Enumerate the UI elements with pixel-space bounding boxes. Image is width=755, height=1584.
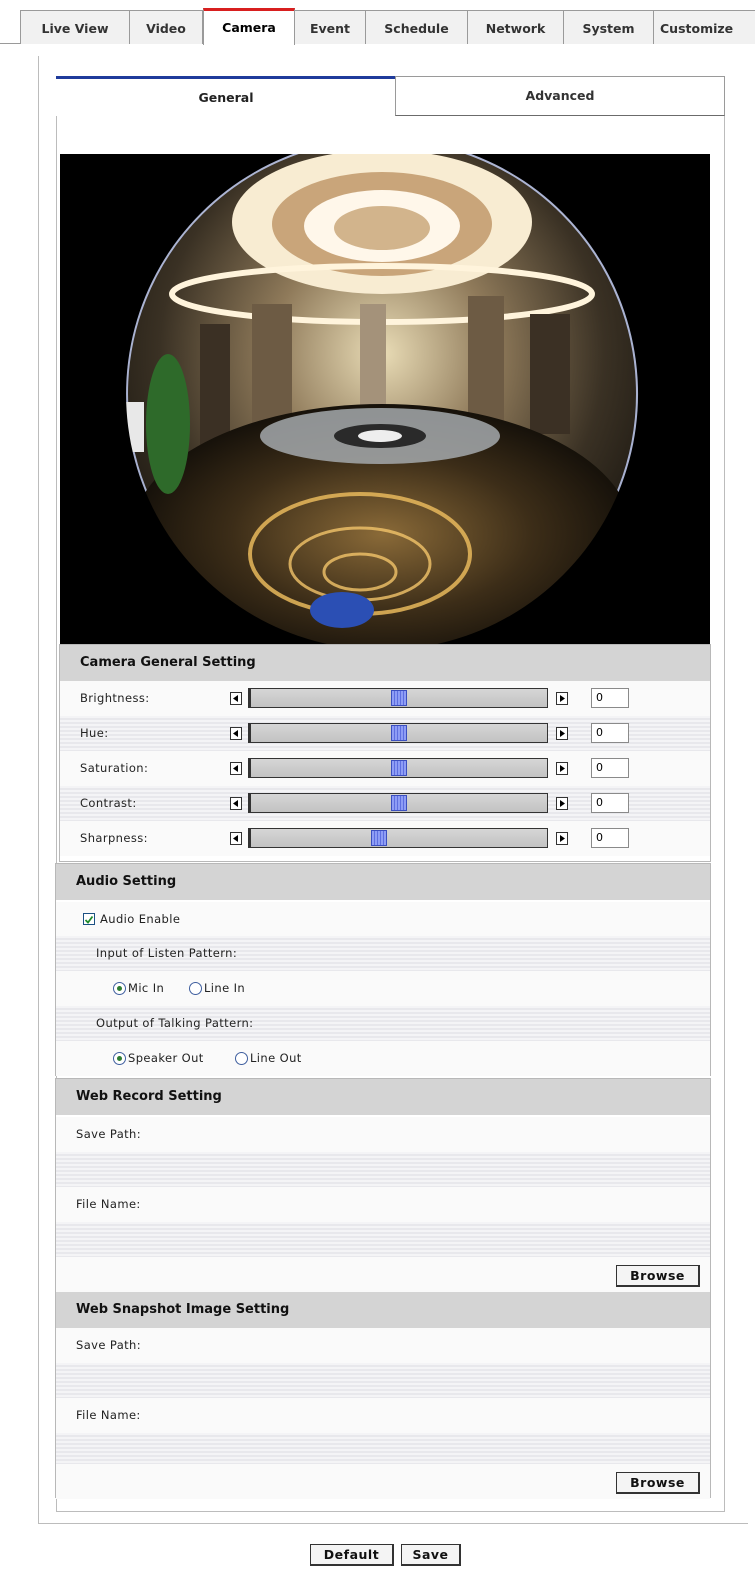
slider-track[interactable]: [248, 793, 548, 813]
slider-row: Hue: 0: [60, 716, 710, 751]
tab-customize[interactable]: Customize: [653, 10, 755, 44]
tab-network[interactable]: Network: [467, 10, 564, 44]
slider-row: Contrast: 0: [60, 786, 710, 821]
slider-row: Saturation: 0: [60, 751, 710, 786]
slider-value-input[interactable]: 0: [591, 793, 629, 813]
speaker-out-label: Speaker Out: [128, 1051, 204, 1065]
output-pattern-row: Output of Talking Pattern:: [56, 1006, 710, 1041]
slider-value-input[interactable]: 0: [591, 828, 629, 848]
subtab-advanced[interactable]: Advanced: [395, 76, 725, 116]
slider-label: Contrast:: [80, 796, 137, 810]
mic-in-label: Mic In: [128, 981, 165, 995]
mic-in-radio[interactable]: [113, 982, 126, 995]
checkmark-icon: [84, 915, 94, 924]
slider-track[interactable]: [248, 828, 548, 848]
slider-left-arrow-icon[interactable]: [230, 727, 242, 740]
slider-thumb[interactable]: [391, 760, 407, 776]
slider-right-arrow-icon[interactable]: [556, 832, 568, 845]
snapshot-save-path-row: Save Path:: [56, 1328, 710, 1363]
snapshot-file-name-row: File Name:: [56, 1398, 710, 1433]
slider-left-arrow-icon[interactable]: [230, 762, 242, 775]
audio-section: Audio Setting Audio Enable Input of List…: [55, 863, 711, 1076]
input-pattern-row: Input of Listen Pattern:: [56, 936, 710, 971]
slider-right-arrow-icon[interactable]: [556, 692, 568, 705]
line-out-radio[interactable]: [235, 1052, 248, 1065]
slider-value-input[interactable]: 0: [591, 758, 629, 778]
tab-camera[interactable]: Camera: [203, 8, 295, 45]
speaker-out-radio[interactable]: [113, 1052, 126, 1065]
slider-thumb[interactable]: [391, 795, 407, 811]
main-nav: Live View Video Camera Event Schedule Ne…: [0, 0, 755, 45]
slider-label: Sharpness:: [80, 831, 148, 845]
record-file-name-row: File Name:: [56, 1187, 710, 1222]
snapshot-save-path-label: Save Path:: [76, 1338, 142, 1352]
slider-right-arrow-icon[interactable]: [556, 727, 568, 740]
snapshot-save-path-value: [56, 1363, 710, 1398]
line-in-radio[interactable]: [189, 982, 202, 995]
record-save-path-row: Save Path:: [56, 1117, 710, 1152]
slider-left-arrow-icon[interactable]: [230, 797, 242, 810]
output-pattern-label: Output of Talking Pattern:: [96, 1016, 254, 1030]
slider-thumb[interactable]: [391, 690, 407, 706]
record-file-name-value: [56, 1222, 710, 1257]
tab-schedule[interactable]: Schedule: [365, 10, 468, 44]
input-options-row: Mic In Line In: [56, 971, 710, 1006]
snapshot-browse-row: Browse: [56, 1464, 710, 1499]
camera-general-title: Camera General Setting: [60, 645, 710, 681]
slider-label: Saturation:: [80, 761, 149, 775]
save-button[interactable]: Save: [401, 1544, 461, 1566]
record-save-path-value: [56, 1152, 710, 1187]
web-settings-section: Web Record Setting Save Path: File Name:…: [55, 1078, 711, 1499]
audio-title: Audio Setting: [56, 864, 710, 900]
snapshot-file-name-label: File Name:: [76, 1408, 141, 1422]
record-browse-button[interactable]: Browse: [616, 1265, 700, 1287]
input-pattern-label: Input of Listen Pattern:: [96, 946, 238, 960]
slider-value-input[interactable]: 0: [591, 723, 629, 743]
tab-event[interactable]: Event: [294, 10, 366, 44]
fisheye-image: [60, 154, 710, 644]
record-save-path-label: Save Path:: [76, 1127, 142, 1141]
snapshot-file-name-value: [56, 1433, 710, 1468]
slider-value-input[interactable]: 0: [591, 688, 629, 708]
slider-track[interactable]: [248, 723, 548, 743]
tab-video[interactable]: Video: [129, 10, 203, 44]
camera-preview: [60, 154, 710, 644]
slider-thumb[interactable]: [391, 725, 407, 741]
audio-enable-label: Audio Enable: [100, 912, 181, 926]
slider-label: Hue:: [80, 726, 109, 740]
slider-left-arrow-icon[interactable]: [230, 832, 242, 845]
camera-general-section: Camera General Setting Brightness: 0 Hue: 0…: [59, 644, 711, 862]
slider-right-arrow-icon[interactable]: [556, 797, 568, 810]
line-out-label: Line Out: [250, 1051, 302, 1065]
record-browse-row: Browse: [56, 1257, 710, 1292]
slider-track[interactable]: [248, 758, 548, 778]
tab-system[interactable]: System: [563, 10, 654, 44]
slider-left-arrow-icon[interactable]: [230, 692, 242, 705]
audio-enable-checkbox[interactable]: [83, 913, 95, 925]
slider-thumb[interactable]: [371, 830, 387, 846]
web-snapshot-title: Web Snapshot Image Setting: [56, 1292, 710, 1328]
line-in-label: Line In: [204, 981, 246, 995]
default-button[interactable]: Default: [310, 1544, 394, 1566]
slider-right-arrow-icon[interactable]: [556, 762, 568, 775]
slider-label: Brightness:: [80, 691, 150, 705]
output-options-row: Speaker Out Line Out: [56, 1041, 710, 1076]
subtab-general[interactable]: General: [56, 76, 396, 116]
slider-track[interactable]: [248, 688, 548, 708]
tab-live-view[interactable]: Live View: [20, 10, 130, 44]
audio-enable-row: Audio Enable: [56, 902, 710, 937]
record-file-name-label: File Name:: [76, 1197, 141, 1211]
web-record-title: Web Record Setting: [56, 1079, 710, 1115]
slider-row: Brightness: 0: [60, 681, 710, 716]
slider-row: Sharpness: 0: [60, 821, 710, 856]
snapshot-browse-button[interactable]: Browse: [616, 1472, 700, 1494]
